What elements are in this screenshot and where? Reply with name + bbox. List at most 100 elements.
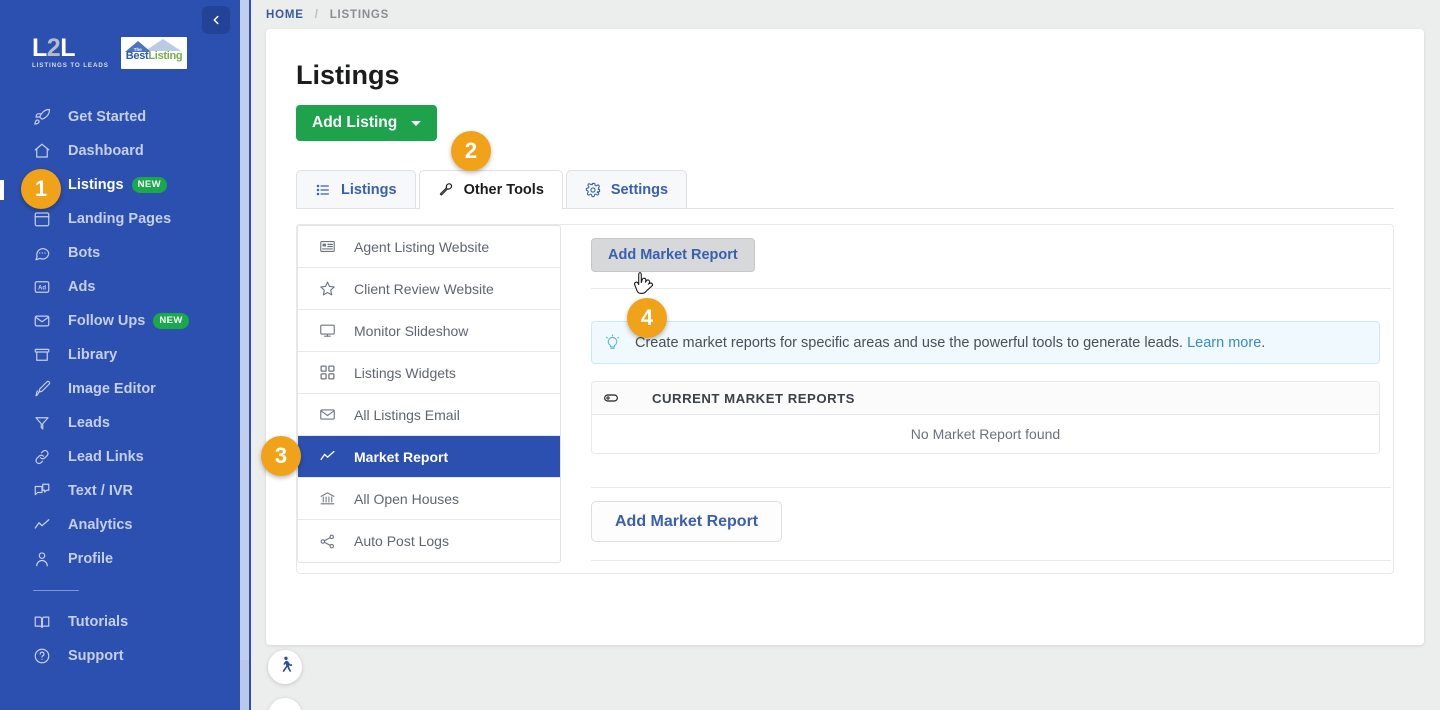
step-badge-2: 2 xyxy=(451,131,491,171)
sidebar-item-leads[interactable]: Leads xyxy=(0,406,240,440)
divider-bottom xyxy=(591,560,1391,561)
toggle-icon[interactable] xyxy=(603,390,619,406)
bank-icon xyxy=(319,490,339,507)
other-tools-panel: Agent Listing Website Client Review Webs… xyxy=(296,224,1394,574)
sidebar-item-label: Listings xyxy=(68,177,124,193)
table-empty-message: No Market Report found xyxy=(592,415,1379,453)
tab-other-tools[interactable]: Other Tools xyxy=(418,170,563,209)
tab-label: Other Tools xyxy=(463,182,544,198)
info-banner-message: Create market reports for specific areas… xyxy=(635,334,1184,351)
add-listing-button[interactable]: Add Listing xyxy=(296,105,438,141)
sidebar-scrollbar-thumb[interactable] xyxy=(240,0,249,660)
envelope-icon xyxy=(319,406,339,423)
breadcrumb: HOME / LISTINGS xyxy=(266,9,389,21)
tab-settings[interactable]: Settings xyxy=(565,170,688,208)
tools-item-all-open-houses[interactable]: All Open Houses xyxy=(298,478,560,520)
monitor-icon xyxy=(319,322,339,339)
sidebar-item-label: Follow Ups xyxy=(68,313,146,329)
sidebar-item-follow-ups[interactable]: Follow Ups NEW xyxy=(0,304,240,338)
market-report-pane: Add Market Report Create market reports … xyxy=(591,225,1395,575)
window-icon xyxy=(33,210,55,228)
sidebar-item-label: Bots xyxy=(68,245,101,261)
tools-item-listings-widgets[interactable]: Listings Widgets xyxy=(298,352,560,394)
tools-item-label: Monitor Slideshow xyxy=(354,322,469,339)
grid-icon xyxy=(319,364,339,381)
tools-item-label: Client Review Website xyxy=(354,280,494,297)
tab-listings[interactable]: Listings xyxy=(296,170,416,208)
sidebar-item-tutorials[interactable]: Tutorials xyxy=(0,605,240,639)
list-icon xyxy=(315,182,331,198)
chevron-left-icon xyxy=(209,13,223,27)
envelope-icon xyxy=(33,312,55,330)
sidebar-divider xyxy=(33,590,79,591)
sidebar-item-label: Get Started xyxy=(68,109,147,125)
book-icon xyxy=(33,613,55,631)
tools-item-all-listings-email[interactable]: All Listings Email xyxy=(298,394,560,436)
brand-logos[interactable]: L2L LISTINGS TO LEADS The BestListing xyxy=(32,36,187,69)
tools-item-agent-listing-website[interactable]: Agent Listing Website xyxy=(298,226,560,268)
sidebar: L2L LISTINGS TO LEADS The BestListing Ge… xyxy=(0,0,240,710)
tools-item-monitor-slideshow[interactable]: Monitor Slideshow xyxy=(298,310,560,352)
sidebar-item-label: Image Editor xyxy=(68,381,156,397)
sidebar-item-image-editor[interactable]: Image Editor xyxy=(0,372,240,406)
brush-icon xyxy=(33,380,55,398)
sidebar-item-label: Ads xyxy=(68,279,96,295)
info-banner-period: . xyxy=(1261,334,1266,351)
sidebar-item-bots[interactable]: Bots xyxy=(0,236,240,270)
info-banner-text: Create market reports for specific areas… xyxy=(635,335,1265,351)
svg-text:Ad: Ad xyxy=(38,286,46,292)
sidebar-item-analytics[interactable]: Analytics xyxy=(0,508,240,542)
id-card-icon xyxy=(319,238,339,255)
app-root: L2L LISTINGS TO LEADS The BestListing Ge… xyxy=(0,0,1440,710)
best-listing-logo: The BestListing xyxy=(120,36,187,69)
breadcrumb-current: LISTINGS xyxy=(329,9,390,21)
share-icon xyxy=(319,533,339,550)
chat-icon xyxy=(33,244,55,262)
gear-icon xyxy=(585,182,601,198)
sidebar-item-text-ivr[interactable]: Text / IVR xyxy=(0,474,240,508)
lightbulb-icon xyxy=(604,334,621,351)
question-circle-icon xyxy=(33,647,55,665)
sidebar-item-label: Library xyxy=(68,347,118,363)
learn-more-link[interactable]: Learn more xyxy=(1187,335,1261,351)
sidebar-item-get-started[interactable]: Get Started xyxy=(0,100,240,134)
sidebar-item-label: Lead Links xyxy=(68,449,144,465)
sidebar-item-label: Leads xyxy=(68,415,110,431)
user-icon xyxy=(33,550,55,568)
sidebar-item-label: Text / IVR xyxy=(68,483,133,499)
page-title: Listings xyxy=(296,60,400,90)
sidebar-item-library[interactable]: Library xyxy=(0,338,240,372)
sidebar-item-label: Analytics xyxy=(68,517,133,533)
sidebar-item-lead-links[interactable]: Lead Links xyxy=(0,440,240,474)
sidebar-item-label: Tutorials xyxy=(68,614,129,630)
l2l-logo: L2L LISTINGS TO LEADS xyxy=(32,36,109,69)
table-column-header: CURRENT MARKET REPORTS xyxy=(652,390,855,406)
sidebar-item-profile[interactable]: Profile xyxy=(0,542,240,576)
tools-item-label: Listings Widgets xyxy=(354,364,456,381)
tab-label: Listings xyxy=(341,181,397,198)
sidebar-item-dashboard[interactable]: Dashboard xyxy=(0,134,240,168)
sidebar-collapse-button[interactable] xyxy=(202,6,230,34)
info-banner: Create market reports for specific areas… xyxy=(591,321,1380,364)
mouse-cursor-pointer xyxy=(633,271,655,306)
sms-icon xyxy=(33,482,55,500)
add-market-report-button-top[interactable]: Add Market Report xyxy=(591,238,755,272)
add-market-report-button-bottom[interactable]: Add Market Report xyxy=(591,501,783,542)
sidebar-item-label: Profile xyxy=(68,551,114,567)
tools-item-label: Agent Listing Website xyxy=(354,238,490,255)
tools-item-client-review-website[interactable]: Client Review Website xyxy=(298,268,560,310)
tools-menu-list: Agent Listing Website Client Review Webs… xyxy=(297,225,561,563)
tools-item-auto-post-logs[interactable]: Auto Post Logs xyxy=(298,520,560,562)
sidebar-item-support[interactable]: Support xyxy=(0,639,240,673)
listings-card: Listings Add Listing Listings Other Tool… xyxy=(266,29,1424,645)
breadcrumb-home[interactable]: HOME xyxy=(266,9,304,21)
tab-label: Settings xyxy=(610,181,669,198)
l2l-logo-wordmark: L2L xyxy=(32,34,75,62)
accessibility-walk-button[interactable] xyxy=(268,650,302,684)
tabs-bar: Listings Other Tools Settings xyxy=(296,170,1394,209)
sidebar-item-label: Dashboard xyxy=(68,143,144,159)
tools-item-market-report[interactable]: Market Report xyxy=(298,436,560,478)
sidebar-item-ads[interactable]: Ad Ads xyxy=(0,270,240,304)
funnel-icon xyxy=(33,414,55,432)
chevron-down-icon[interactable] xyxy=(411,120,422,126)
